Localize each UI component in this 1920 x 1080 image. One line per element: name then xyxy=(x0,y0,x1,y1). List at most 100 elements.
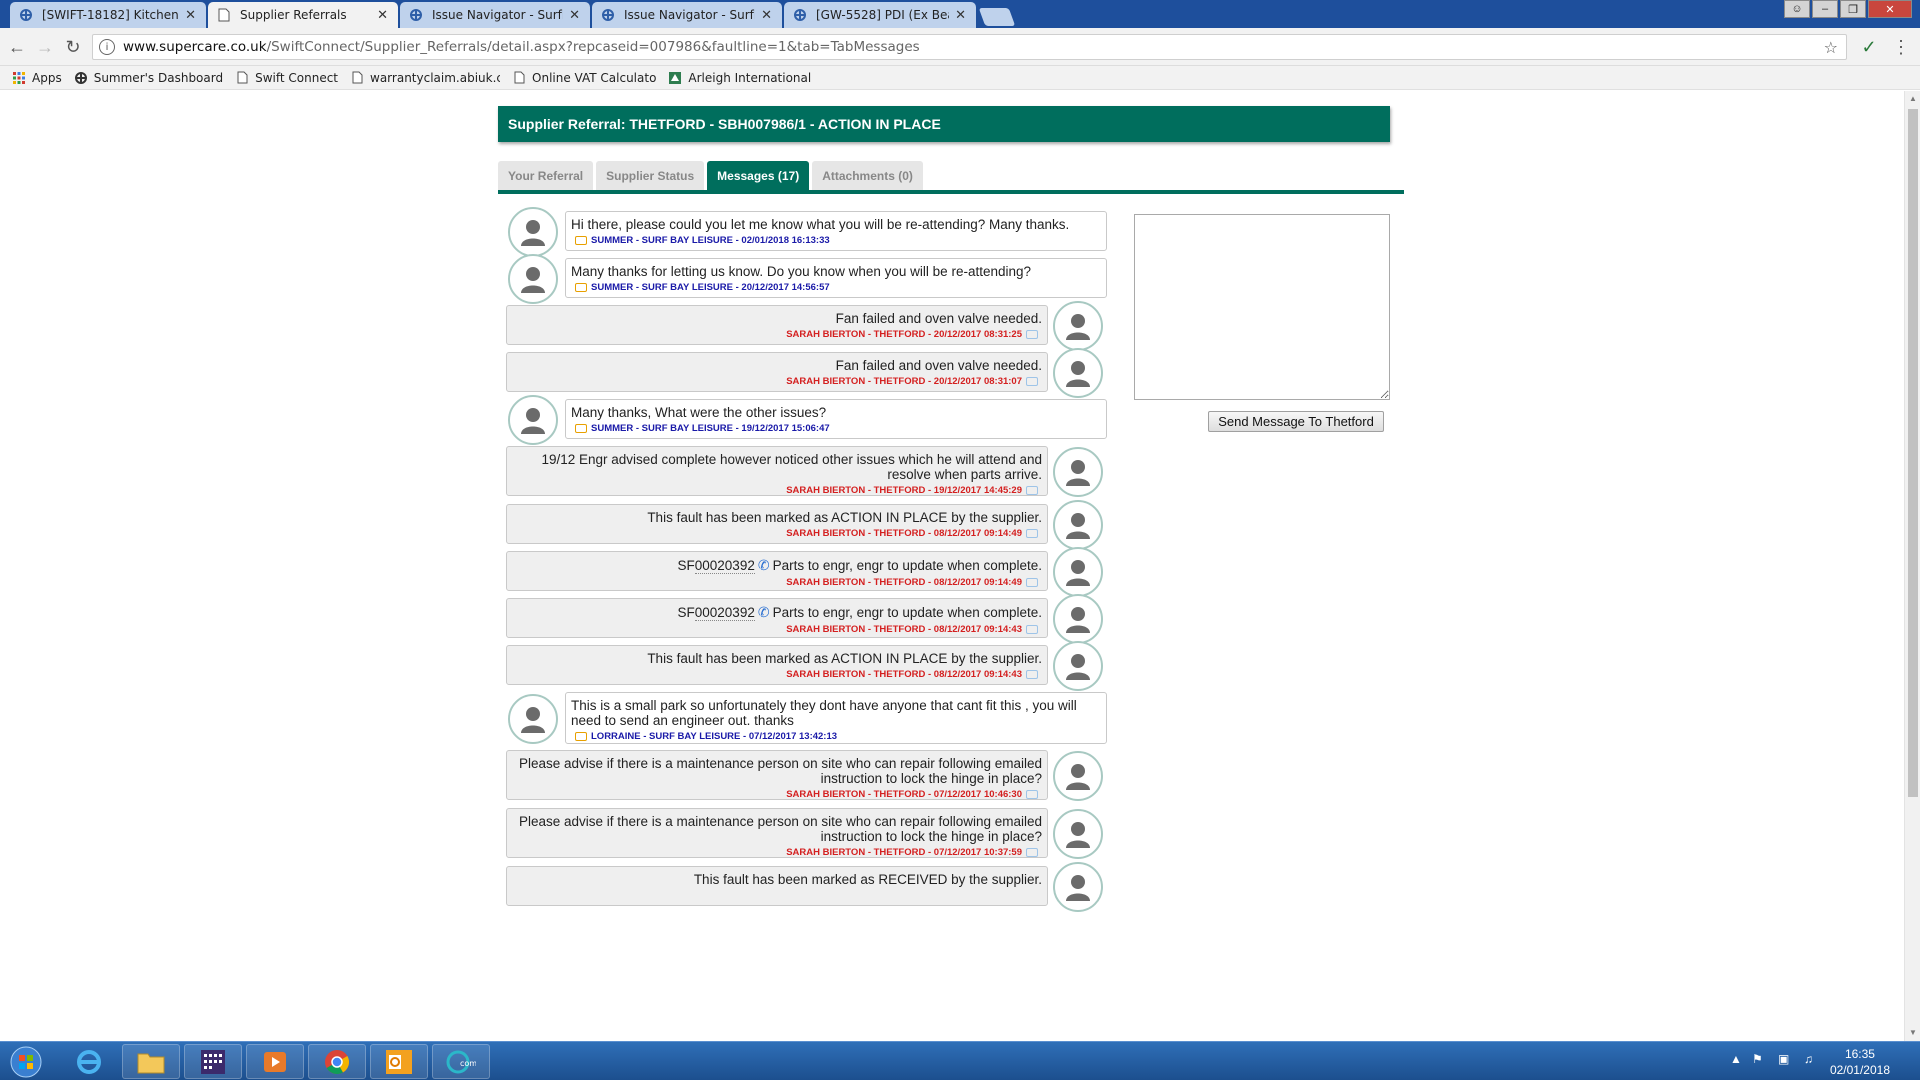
message-text: This fault has been marked as ACTION IN … xyxy=(647,651,1042,666)
browser-tab[interactable]: Issue Navigator - Surfba ✕ xyxy=(400,2,590,28)
file-explorer-icon[interactable] xyxy=(122,1044,180,1079)
jira-icon xyxy=(792,7,808,23)
tab-messages[interactable]: Messages (17) xyxy=(707,161,810,190)
chrome-icon[interactable] xyxy=(308,1044,366,1079)
site-icon xyxy=(668,71,682,85)
network-icon[interactable]: ▣ xyxy=(1778,1052,1789,1066)
user-silhouette-icon xyxy=(1066,607,1090,633)
speech-bubble-icon xyxy=(1026,578,1038,587)
scrollbar-thumb[interactable] xyxy=(1908,109,1918,797)
page-icon xyxy=(350,71,364,85)
avatar xyxy=(508,207,558,257)
restore-icon[interactable]: ❐ xyxy=(1840,0,1866,18)
message-bubble: Many thanks, What were the other issues?… xyxy=(565,399,1107,439)
close-tab-icon[interactable]: ✕ xyxy=(955,8,966,23)
tab-attachments[interactable]: Attachments (0) xyxy=(812,161,923,190)
jira-icon xyxy=(18,7,34,23)
message-meta: SUMMER - SURF BAY LEISURE - 19/12/2017 1… xyxy=(571,423,1101,434)
bookmark-vat-calculator[interactable]: Online VAT Calculato xyxy=(512,71,656,85)
user-silhouette-icon xyxy=(1066,314,1090,340)
web-app-icon[interactable]: com xyxy=(432,1044,490,1079)
close-tab-icon[interactable]: ✕ xyxy=(185,8,196,23)
browser-tab[interactable]: [GW-5528] PDI (Ex Beau ✕ xyxy=(784,2,976,28)
message-text: This fault has been marked as ACTION IN … xyxy=(647,510,1042,525)
avatar xyxy=(1053,594,1103,644)
user-silhouette-icon xyxy=(1066,560,1090,586)
message-author-date: SARAH BIERTON - THETFORD - 20/12/2017 08… xyxy=(786,329,1022,340)
volume-icon[interactable]: ♫ xyxy=(1804,1052,1813,1066)
message-author-date: SARAH BIERTON - THETFORD - 07/12/2017 10… xyxy=(786,789,1022,800)
message-author-date: SARAH BIERTON - THETFORD - 08/12/2017 09… xyxy=(786,669,1022,680)
speech-bubble-icon xyxy=(575,732,587,741)
page-title: Supplier Referral: THETFORD - SBH007986/… xyxy=(498,106,1390,142)
close-tab-icon[interactable]: ✕ xyxy=(377,8,388,23)
phone-icon[interactable]: ✆ xyxy=(758,604,770,620)
bookmark-apps[interactable]: Apps xyxy=(12,71,62,85)
info-icon[interactable]: i xyxy=(99,39,115,55)
message-text: 19/12 Engr advised complete however noti… xyxy=(541,452,1042,482)
address-bar[interactable]: i www.supercare.co.uk/SwiftConnect/Suppl… xyxy=(92,34,1847,60)
tray-expand-icon[interactable]: ▲ xyxy=(1730,1052,1742,1066)
speech-bubble-icon xyxy=(1026,377,1038,386)
speech-bubble-icon xyxy=(1026,670,1038,679)
phone-icon[interactable]: ✆ xyxy=(758,557,770,573)
close-tab-icon[interactable]: ✕ xyxy=(569,8,580,23)
user-silhouette-icon xyxy=(521,707,545,733)
bookmark-summers-dashboard[interactable]: Summer's Dashboard xyxy=(74,71,223,85)
avatar xyxy=(1053,751,1103,801)
system-clock[interactable]: 16:35 02/01/2018 xyxy=(1830,1046,1890,1078)
speech-bubble-icon xyxy=(575,424,587,433)
flag-icon[interactable]: ⚑ xyxy=(1752,1052,1763,1066)
message-bubble: Many thanks for letting us know. Do you … xyxy=(565,258,1107,298)
start-orb-icon[interactable] xyxy=(0,1044,52,1079)
message-author-date: SARAH BIERTON - THETFORD - 08/12/2017 09… xyxy=(786,528,1022,539)
sf-prefix: SF xyxy=(677,558,695,573)
tab-your-referral[interactable]: Your Referral xyxy=(498,161,594,190)
message-meta: SARAH BIERTON - THETFORD - 20/12/2017 08… xyxy=(512,329,1042,340)
message-author-date: SARAH BIERTON - THETFORD - 07/12/2017 10… xyxy=(786,847,1022,858)
new-tab-button[interactable] xyxy=(978,8,1016,26)
message-meta: SARAH BIERTON - THETFORD - 07/12/2017 10… xyxy=(512,789,1042,800)
browser-tab-active[interactable]: Supplier Referrals ✕ xyxy=(208,2,398,28)
minimize-icon[interactable]: – xyxy=(1812,0,1838,18)
message-input[interactable] xyxy=(1134,214,1390,400)
bookmark-swift-connect[interactable]: Swift Connect xyxy=(235,71,338,85)
scroll-down-icon[interactable]: ▼ xyxy=(1908,1028,1918,1038)
bookmark-arleigh[interactable]: Arleigh International xyxy=(668,71,811,85)
extension-icon[interactable]: ✓ xyxy=(1858,36,1880,58)
jira-icon xyxy=(408,7,424,23)
close-tab-icon[interactable]: ✕ xyxy=(761,8,772,23)
page-icon xyxy=(512,71,526,85)
user-icon[interactable]: ☺ xyxy=(1784,0,1810,18)
message-text: This is a small park so unfortunately th… xyxy=(571,698,1077,728)
user-silhouette-icon xyxy=(1066,822,1090,848)
reload-icon[interactable]: ↻ xyxy=(62,36,84,58)
browser-tab[interactable]: Issue Navigator - Surfba ✕ xyxy=(592,2,782,28)
jira-icon xyxy=(600,7,616,23)
back-arrow-icon[interactable]: ← xyxy=(6,36,28,58)
message-row: This is a small park so unfortunately th… xyxy=(505,692,1107,748)
windows-taskbar: com ▲ ⚑ ▣ ♫ 16:35 02/01/2018 xyxy=(0,1041,1920,1080)
send-message-button[interactable]: Send Message To Thetford xyxy=(1208,411,1384,432)
phone-number-link[interactable]: 00020392 xyxy=(694,558,755,574)
message-body: Parts to engr, engr to update when compl… xyxy=(772,558,1042,573)
phone-number-link[interactable]: 00020392 xyxy=(694,605,755,621)
scroll-up-icon[interactable]: ▲ xyxy=(1908,94,1918,104)
bookmark-star-icon[interactable]: ☆ xyxy=(1824,38,1838,57)
forward-arrow-icon[interactable]: → xyxy=(34,36,56,58)
message-meta: SARAH BIERTON - THETFORD - 19/12/2017 14… xyxy=(512,485,1042,496)
close-window-icon[interactable]: ✕ xyxy=(1868,0,1912,18)
outlook-icon[interactable] xyxy=(370,1044,428,1079)
menu-icon[interactable]: ⋮ xyxy=(1890,36,1912,58)
message-bubble: Please advise if there is a maintenance … xyxy=(506,750,1048,800)
tab-supplier-status[interactable]: Supplier Status xyxy=(596,161,705,190)
media-player-icon[interactable] xyxy=(246,1044,304,1079)
message-bubble: SF00020392 ✆ Parts to engr, engr to update… xyxy=(506,551,1048,591)
calendar-app-icon[interactable] xyxy=(184,1044,242,1079)
browser-tab[interactable]: [SWIFT-18182] Kitchen - ✕ xyxy=(10,2,206,28)
page-scrollbar[interactable]: ▲ ▼ xyxy=(1904,91,1920,1041)
avatar xyxy=(508,395,558,445)
bookmark-warrantyclaim[interactable]: warrantyclaim.abiuk.c xyxy=(350,71,500,85)
internet-explorer-icon[interactable] xyxy=(60,1044,118,1079)
message-author-date: SUMMER - SURF BAY LEISURE - 20/12/2017 1… xyxy=(591,282,830,293)
